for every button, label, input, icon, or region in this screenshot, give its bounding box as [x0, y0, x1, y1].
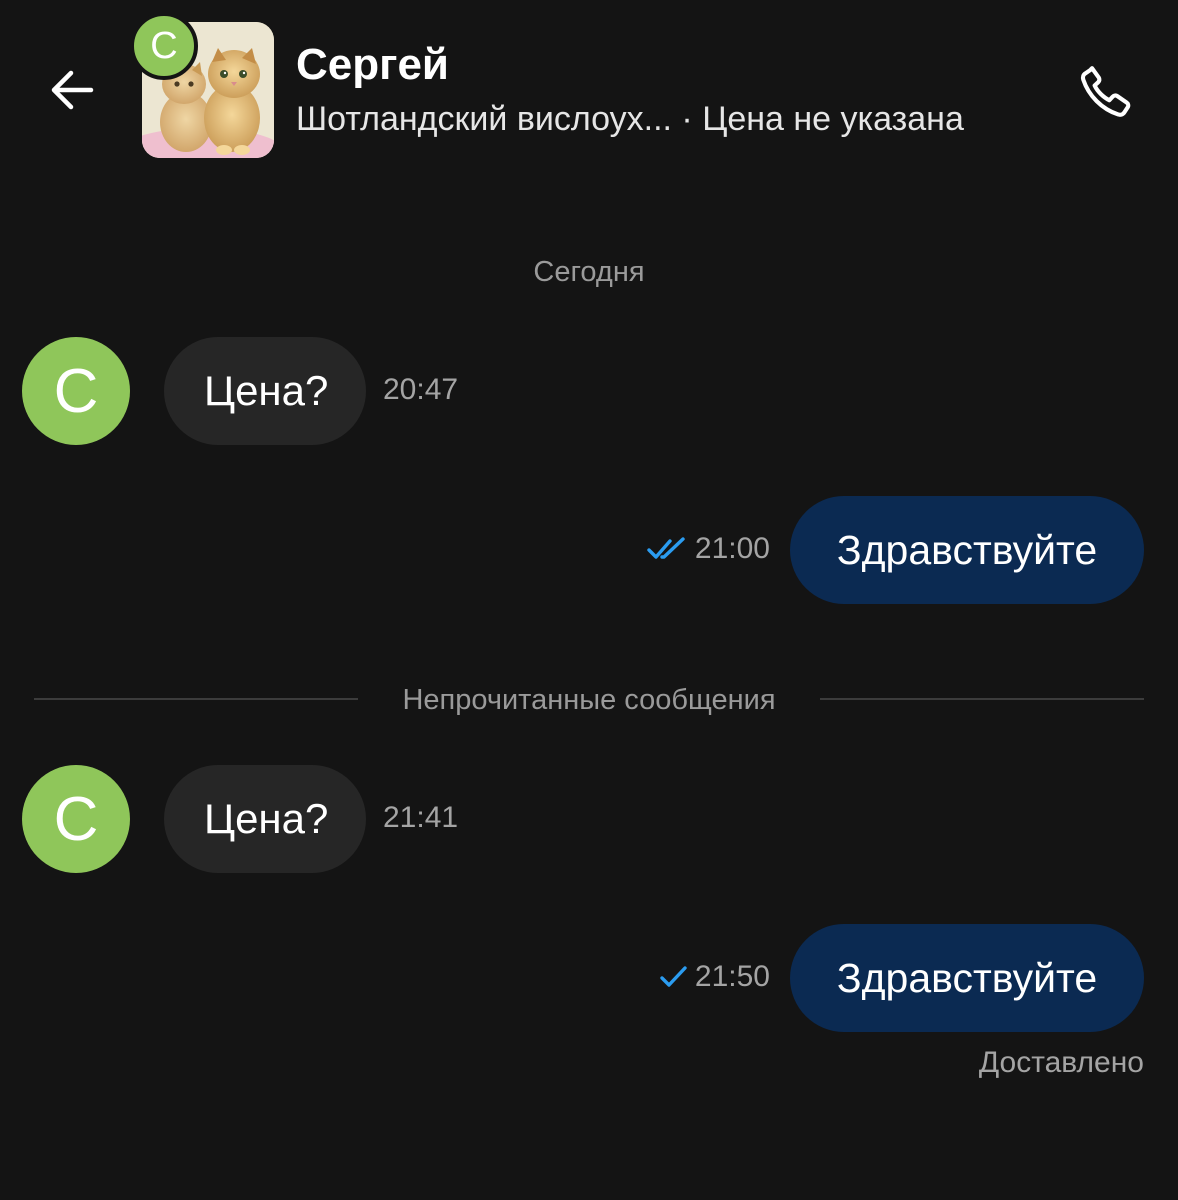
message-time: 21:00: [694, 532, 770, 565]
outgoing-message-bubble[interactable]: Здравствуйте: [790, 924, 1144, 1032]
phone-icon: [1080, 66, 1131, 117]
date-separator: Сегодня: [533, 256, 645, 288]
unread-messages-label: Непрочитанные сообщения: [402, 684, 776, 716]
call-button[interactable]: [1070, 56, 1142, 128]
sender-avatar[interactable]: С: [22, 337, 130, 445]
sender-avatar[interactable]: С: [22, 765, 130, 873]
contact-name[interactable]: Сергей: [296, 40, 449, 90]
listing-price: Цена не указана: [702, 100, 964, 138]
listing-info[interactable]: Шотландский вислоух... · Цена не указана: [296, 100, 964, 139]
listing-separator: ·: [681, 100, 693, 138]
message-meta: 21:50: [659, 960, 770, 994]
message-time: 21:50: [694, 960, 770, 993]
sender-avatar-initial: С: [53, 784, 99, 854]
message-time: 21:41: [383, 801, 459, 834]
message-text: Здравствуйте: [836, 954, 1098, 1001]
message-text: Здравствуйте: [836, 526, 1098, 573]
message-text: Цена?: [204, 367, 329, 414]
message-text: Цена?: [204, 795, 329, 842]
unread-divider-right: [820, 698, 1144, 700]
back-button[interactable]: [40, 58, 104, 122]
delivery-status: Доставлено: [978, 1046, 1144, 1079]
incoming-message-bubble[interactable]: Цена?: [164, 337, 366, 445]
message-time: 20:47: [383, 373, 459, 406]
incoming-message-bubble[interactable]: Цена?: [164, 765, 366, 873]
arrow-left-icon: [51, 70, 94, 110]
sender-avatar-initial: С: [53, 356, 99, 426]
listing-title: Шотландский вислоух...: [296, 100, 672, 138]
contact-avatar-small: С: [130, 12, 198, 80]
single-check-icon: [660, 966, 687, 987]
contact-avatar-initial: С: [150, 24, 178, 67]
double-check-icon: [647, 537, 685, 559]
outgoing-message-bubble[interactable]: Здравствуйте: [790, 496, 1144, 604]
message-meta: 21:00: [647, 532, 770, 566]
